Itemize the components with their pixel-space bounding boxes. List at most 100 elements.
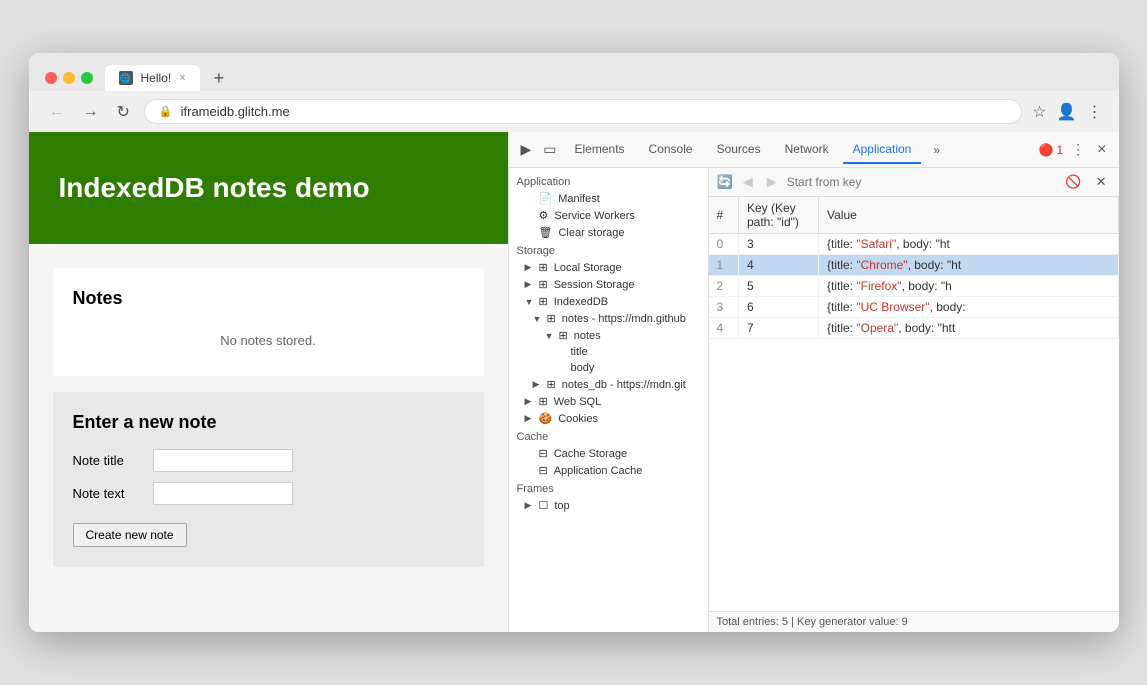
forward-button[interactable]: → — [79, 101, 103, 123]
sidebar-item-web-sql[interactable]: ▶ ⊞ Web SQL — [509, 393, 708, 410]
col-key-header: Key (Key path: "id") — [739, 197, 819, 234]
clear-start-key-button[interactable]: 🚫 — [1061, 172, 1085, 192]
sidebar-item-local-storage[interactable]: ▶ ⊞ Local Storage — [509, 259, 708, 276]
table-row[interactable]: 25{title: "Firefox", body: "h — [709, 276, 1119, 297]
sidebar-item-session-storage[interactable]: ▶ ⊞ Session Storage — [509, 276, 708, 293]
settings-button[interactable]: ⋮ — [1067, 137, 1089, 162]
error-count-badge: 🔴 1 — [1039, 143, 1064, 157]
browser-tab[interactable]: 🌐 Hello! × — [105, 65, 200, 91]
tab-elements[interactable]: Elements — [565, 136, 635, 164]
storage-section-label: Storage — [509, 241, 708, 259]
close-devtools-button[interactable]: × — [1093, 137, 1110, 163]
start-from-key-input[interactable] — [787, 175, 1056, 189]
profile-button[interactable]: 👤 — [1057, 102, 1077, 122]
cell-value: {title: "Safari", body: "ht — [819, 234, 1119, 255]
webpage-title: IndexedDB notes demo — [59, 172, 478, 204]
next-key-button[interactable]: ▶ — [763, 172, 781, 192]
sidebar-item-notes-db2[interactable]: ▶ ⊞ notes_db - https://mdn.git — [509, 376, 708, 393]
minimize-window-button[interactable] — [63, 72, 75, 84]
sidebar-item-service-workers[interactable]: ⚙ Service Workers — [509, 207, 708, 224]
cache-section-label: Cache — [509, 427, 708, 445]
manifest-label: Manifest — [558, 193, 600, 205]
session-storage-icon: ⊞ — [539, 278, 548, 291]
address-text[interactable]: iframeidb.glitch.me — [181, 104, 1008, 119]
table-row[interactable]: 47{title: "Opera", body: "htt — [709, 318, 1119, 339]
table-row[interactable]: 14{title: "Chrome", body: "ht — [709, 255, 1119, 276]
tab-sources[interactable]: Sources — [707, 136, 771, 164]
cell-index: 0 — [709, 234, 739, 255]
create-note-button[interactable]: Create new note — [73, 523, 187, 547]
sidebar-item-title-field[interactable]: title — [509, 344, 708, 360]
devtools-panel: ▶ ▭ Elements Console Sources Network App… — [509, 132, 1119, 632]
frames-section-label: Frames — [509, 479, 708, 497]
devtools-subbar: 🔄 ◀ ▶ 🚫 ✕ — [709, 168, 1119, 197]
col-index-header: # — [709, 197, 739, 234]
note-title-label: Note title — [73, 453, 143, 468]
note-text-input[interactable] — [153, 482, 293, 505]
tab-application[interactable]: Application — [843, 136, 922, 164]
notes-db-label: notes - https://mdn.github — [562, 313, 686, 325]
body-field-label: body — [571, 362, 595, 374]
more-tabs-button[interactable]: » — [925, 139, 948, 161]
tabs-bar: 🌐 Hello! × + — [105, 65, 1103, 91]
cell-value: {title: "Chrome", body: "ht — [819, 255, 1119, 276]
devtools-main-panel: 🔄 ◀ ▶ 🚫 ✕ # Key (Key p — [709, 168, 1119, 632]
back-button[interactable]: ← — [45, 101, 69, 123]
notes-heading: Notes — [73, 288, 464, 309]
sidebar-item-notes-store[interactable]: ▼ ⊞ notes — [509, 327, 708, 344]
clear-storage-icon: 🗑 — [539, 226, 553, 239]
arrow-icon: ▶ — [533, 379, 541, 390]
no-notes-text: No notes stored. — [73, 325, 464, 356]
top-frame-label: top — [554, 500, 569, 512]
nav-bar: ← → ↻ 🔒 iframeidb.glitch.me ☆ 👤 ⋮ — [29, 91, 1119, 132]
sidebar-item-clear-storage[interactable]: 🗑 Clear storage — [509, 224, 708, 241]
main-content: IndexedDB notes demo Notes No notes stor… — [29, 132, 1119, 632]
device-toolbar-button[interactable]: ▭ — [539, 137, 560, 162]
notes-store-label: notes — [574, 330, 601, 342]
fullscreen-window-button[interactable] — [81, 72, 93, 84]
sidebar-item-indexeddb[interactable]: ▼ ⊞ IndexedDB — [509, 293, 708, 310]
sidebar-item-application-cache[interactable]: ⊟ Application Cache — [509, 462, 708, 479]
tab-close-button[interactable]: × — [179, 72, 185, 84]
arrow-icon: ▼ — [533, 314, 541, 324]
bookmark-button[interactable]: ☆ — [1032, 102, 1046, 122]
devtools-body: Application 📄 Manifest ⚙ Service Workers… — [509, 168, 1119, 632]
tab-console[interactable]: Console — [639, 136, 703, 164]
devtools-sidebar: Application 📄 Manifest ⚙ Service Workers… — [509, 168, 709, 632]
table-row[interactable]: 03{title: "Safari", body: "ht — [709, 234, 1119, 255]
sidebar-item-cache-storage[interactable]: ⊟ Cache Storage — [509, 445, 708, 462]
frame-icon: ☐ — [539, 499, 549, 512]
address-bar: 🔒 iframeidb.glitch.me — [144, 99, 1022, 124]
close-window-button[interactable] — [45, 72, 57, 84]
cell-index: 1 — [709, 255, 739, 276]
reload-button[interactable]: ↻ — [113, 100, 134, 124]
sidebar-item-cookies[interactable]: ▶ 🍪 Cookies — [509, 410, 708, 427]
application-cache-label: Application Cache — [554, 465, 643, 477]
refresh-button[interactable]: 🔄 — [717, 174, 733, 190]
tab-network[interactable]: Network — [775, 136, 839, 164]
cell-key: 7 — [739, 318, 819, 339]
sidebar-item-manifest[interactable]: 📄 Manifest — [509, 190, 708, 207]
menu-button[interactable]: ⋮ — [1087, 102, 1103, 122]
indexeddb-label: IndexedDB — [554, 296, 608, 308]
new-tab-button[interactable]: + — [208, 66, 231, 91]
note-title-input[interactable] — [153, 449, 293, 472]
notes-db2-label: notes_db - https://mdn.git — [562, 379, 686, 391]
cache-storage-icon: ⊟ — [539, 447, 548, 460]
note-text-row: Note text — [73, 482, 464, 505]
prev-key-button[interactable]: ◀ — [739, 172, 757, 192]
delete-key-button[interactable]: ✕ — [1092, 172, 1111, 192]
table-row[interactable]: 36{title: "UC Browser", body: — [709, 297, 1119, 318]
note-text-label: Note text — [73, 486, 143, 501]
sidebar-item-body-field[interactable]: body — [509, 360, 708, 376]
sidebar-item-top-frame[interactable]: ▶ ☐ top — [509, 497, 708, 514]
arrow-icon: ▼ — [525, 297, 533, 307]
sidebar-item-notes-db[interactable]: ▼ ⊞ notes - https://mdn.github — [509, 310, 708, 327]
new-note-section: Enter a new note Note title Note text Cr… — [53, 392, 484, 567]
webpage: IndexedDB notes demo Notes No notes stor… — [29, 132, 509, 632]
service-workers-label: Service Workers — [554, 210, 634, 222]
inspect-element-button[interactable]: ▶ — [517, 137, 536, 162]
error-icon: 🔴 — [1039, 143, 1054, 157]
notes-store-icon: ⊞ — [559, 329, 568, 342]
webpage-header: IndexedDB notes demo — [29, 132, 508, 244]
